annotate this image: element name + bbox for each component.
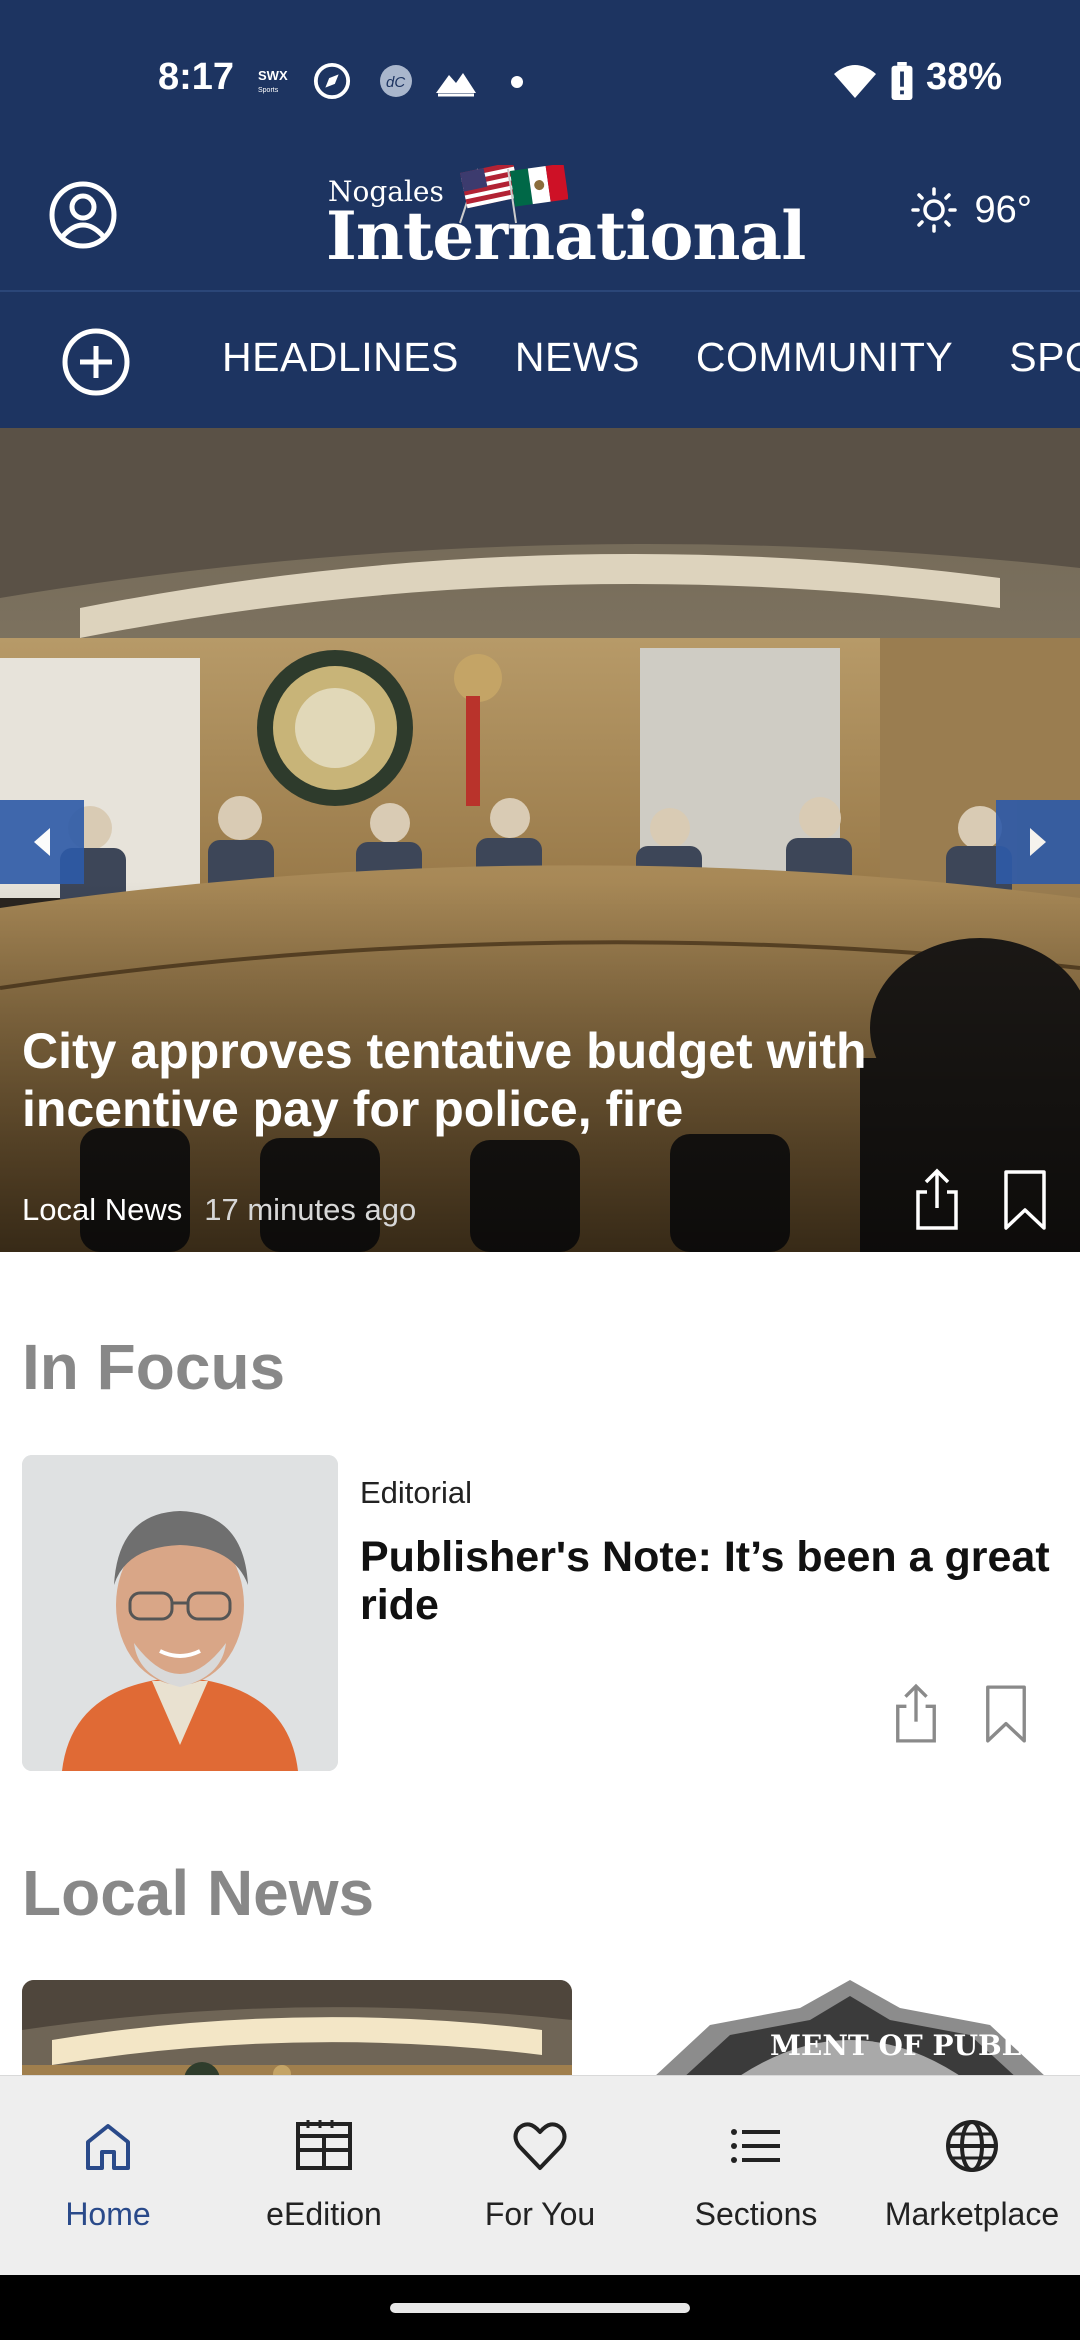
hero-timestamp: 17 minutes ago [204,1192,417,1227]
dc-app-icon: dC [380,65,412,97]
svg-text:SWX: SWX [258,68,288,83]
globe-icon [946,2120,998,2172]
nav-sections-label: Sections [694,2196,818,2232]
nav-marketplace-label: Marketplace [884,2196,1060,2232]
badge-image: MENT OF PUBLIC [620,1980,1080,2090]
share-icon[interactable] [912,1168,962,1232]
article-title[interactable]: Publisher's Note: It’s been a great ride [360,1533,1060,1629]
status-time: 8:17 [158,56,235,98]
home-gesture-handle[interactable] [390,2303,690,2313]
weather-widget[interactable]: 96° [910,187,1032,233]
bookmark-icon[interactable] [982,1683,1030,1745]
nav-eedition[interactable]: eEdition [216,2116,432,2233]
logo-big-text: International [326,197,806,275]
tab-sports[interactable]: SPO [1009,334,1080,381]
hero-category[interactable]: Local News [22,1192,182,1227]
battery-icon [891,62,913,100]
local-news-thumbnail[interactable] [22,1980,572,2090]
profile-icon[interactable] [48,180,118,250]
nav-for-you-label: For You [484,2196,596,2232]
app-logo[interactable]: Nogales International [326,165,806,275]
section-tabs: HEADLINES NEWS COMMUNITY SPO [0,290,1080,428]
nav-marketplace[interactable]: Marketplace [864,2116,1080,2233]
tab-headlines[interactable]: HEADLINES [222,334,459,381]
compass-app-icon [313,62,351,100]
add-section-icon[interactable] [60,326,132,398]
mountain-app-icon [436,73,476,97]
nav-for-you[interactable]: For You [432,2116,648,2233]
article-thumbnail [22,1455,338,1771]
tab-news[interactable]: NEWS [515,334,640,381]
local-news-thumbnail[interactable]: MENT OF PUBLIC [620,1980,1080,2090]
share-icon[interactable] [892,1683,940,1745]
bottom-navigation: Home eEdition For You Sections Marketpla… [0,2075,1080,2275]
newspaper-icon [296,2120,352,2170]
nav-home-label: Home [65,2196,151,2232]
svg-text:dC: dC [386,74,405,91]
chevron-right-icon [1030,828,1046,856]
council-image [22,1980,572,2090]
weather-temp: 96° [974,188,1032,231]
list-icon [731,2129,780,2163]
hero-story[interactable]: City approves tentative budget with ince… [0,428,1080,1252]
article-category[interactable]: Editorial [360,1475,472,1511]
svg-text:Sports: Sports [258,87,279,94]
battery-percent: 38% [925,56,1002,98]
tab-list: HEADLINES NEWS COMMUNITY SPO [222,334,1080,381]
app-header: Nogales International 96° [0,165,1080,290]
sun-icon [910,187,957,233]
carousel-next-button[interactable] [996,800,1080,884]
system-navigation-bar [0,2275,1080,2340]
nav-eedition-label: eEdition [266,2196,382,2232]
hero-meta: Local News 17 minutes ago [22,1192,416,1228]
carousel-prev-button[interactable] [0,800,84,884]
hero-headline[interactable]: City approves tentative budget with ince… [22,1022,1022,1138]
wifi-icon [834,65,876,98]
app-screen: 8:17 SWX Sports dC 38% Nogales Internati… [0,0,1080,2340]
status-bar: 8:17 SWX Sports dC 38% [0,0,1080,165]
home-icon [86,2124,130,2170]
nav-sections[interactable]: Sections [648,2116,864,2233]
portrait-image [22,1455,338,1771]
chevron-left-icon [34,828,50,856]
in-focus-article[interactable]: Editorial Publisher's Note: It’s been a … [22,1455,1062,1771]
local-news-heading: Local News [22,1857,375,1929]
tab-community[interactable]: COMMUNITY [696,334,953,381]
bookmark-icon[interactable] [1000,1168,1050,1232]
svg-text:MENT OF PUBLIC: MENT OF PUBLIC [770,2029,1057,2062]
dot-icon [511,76,523,88]
in-focus-heading: In Focus [22,1331,286,1403]
heart-icon [513,2122,567,2170]
nav-home[interactable]: Home [0,2116,216,2233]
swx-sports-icon: SWX Sports [258,68,288,94]
